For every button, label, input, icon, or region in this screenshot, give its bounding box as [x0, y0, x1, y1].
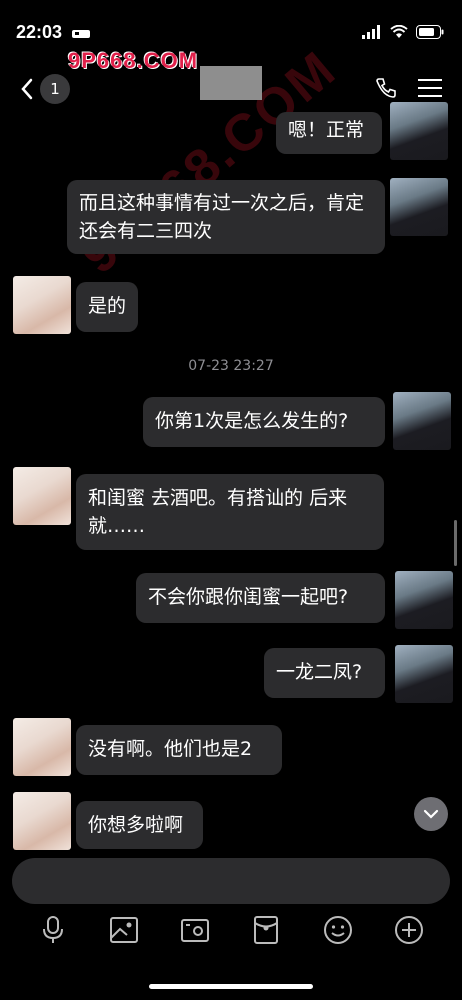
wifi-icon [390, 24, 408, 43]
message-bubble-me[interactable]: 嗯！正常 [276, 112, 382, 154]
scrollbar[interactable] [454, 520, 457, 566]
menu-icon[interactable] [418, 78, 442, 102]
image-icon[interactable] [106, 912, 142, 948]
message-bubble-me[interactable]: 不会你跟你闺蜜一起吧? [136, 573, 385, 623]
chevron-down-icon [423, 809, 439, 819]
contact-avatar[interactable] [13, 718, 71, 776]
my-avatar[interactable] [393, 392, 451, 450]
my-avatar[interactable] [390, 178, 448, 236]
message-bubble-me[interactable]: 而且这种事情有过一次之后，肯定还会有二三四次 [67, 180, 385, 254]
red-packet-icon[interactable] [248, 912, 284, 948]
emoji-icon[interactable] [320, 912, 356, 948]
contact-avatar[interactable] [13, 792, 71, 850]
camera-icon[interactable] [177, 912, 213, 948]
message-bubble-contact[interactable]: 你想多啦啊 [76, 801, 203, 849]
microphone-icon[interactable] [35, 912, 71, 948]
battery-icon [416, 24, 444, 43]
back-button[interactable]: 1 [20, 74, 70, 104]
phone-icon[interactable] [374, 76, 398, 104]
message-bubble-contact[interactable]: 和闺蜜 去酒吧。有搭讪的 后来就…… [76, 474, 384, 550]
signal-icon [362, 24, 382, 43]
contact-avatar[interactable] [13, 467, 71, 525]
my-avatar[interactable] [390, 102, 448, 160]
sleep-icon [72, 25, 90, 44]
message-bubble-me[interactable]: 你第1次是怎么发生的? [143, 397, 385, 447]
plus-icon[interactable] [391, 912, 427, 948]
my-avatar[interactable] [395, 645, 453, 703]
timestamp-divider: 07-23 23:27 [188, 358, 274, 374]
chevron-left-icon [21, 78, 33, 100]
message-bubble-contact[interactable]: 没有啊。他们也是2 [76, 725, 282, 775]
my-avatar[interactable] [395, 571, 453, 629]
contact-avatar[interactable] [13, 276, 71, 334]
message-bubble-me[interactable]: 一龙二凤? [264, 648, 385, 698]
home-indicator[interactable] [149, 984, 313, 989]
message-bubble-contact[interactable]: 是的 [76, 282, 138, 332]
status-time: 22:03 [16, 22, 63, 42]
message-input[interactable] [12, 858, 450, 904]
scroll-down-button[interactable] [414, 797, 448, 831]
unread-badge: 1 [40, 74, 70, 104]
input-toolbar [0, 912, 462, 952]
contact-name-blurred [200, 66, 262, 100]
